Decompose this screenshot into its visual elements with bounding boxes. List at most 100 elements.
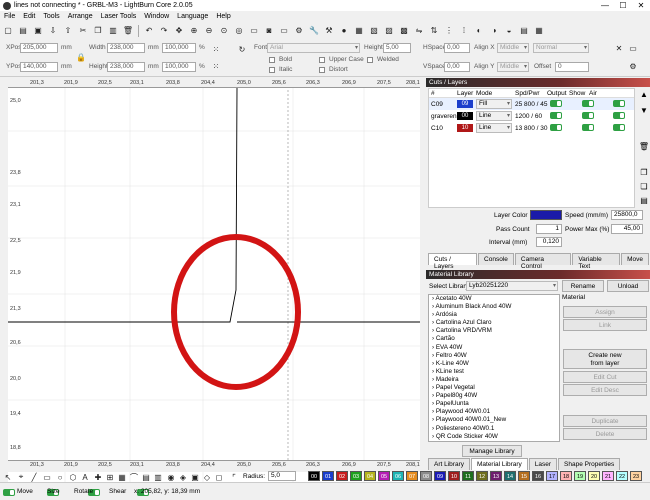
palette-swatch-06[interactable]: 06 [392, 471, 404, 481]
material-list-item[interactable]: › Feltro 40W [429, 352, 559, 360]
anchor-grid-icon[interactable]: ⁙ [211, 44, 221, 54]
offset-icon[interactable]: ◒ [504, 26, 514, 36]
cut-layer-row[interactable]: graveren00Line1200 / 60 [429, 110, 634, 122]
position-laser-icon[interactable]: ✚ [93, 472, 103, 482]
distribute-icon[interactable]: ⋮ [444, 26, 454, 36]
tab-laser[interactable]: Laser [528, 458, 558, 470]
array-icon[interactable]: ▤ [519, 26, 529, 36]
menu-edit[interactable]: Edit [23, 13, 35, 20]
corner-tool-icon[interactable]: ◻ [214, 472, 224, 482]
material-list-item[interactable]: › Ardósia [429, 311, 559, 319]
palette-swatch-01[interactable]: 01 [322, 471, 334, 481]
palette-swatch-03[interactable]: 03 [350, 471, 362, 481]
material-list-item[interactable]: › QR Code Sticker 40W [429, 433, 559, 441]
cut-icon[interactable]: ✂ [78, 26, 88, 36]
palette-swatch-08[interactable]: 08 [420, 471, 432, 481]
grid-array-icon[interactable]: ▦ [534, 26, 544, 36]
palette-swatch-04[interactable]: 04 [364, 471, 376, 481]
zoom-page-icon[interactable]: ◎ [234, 26, 244, 36]
new-file-icon[interactable]: ▢ [3, 26, 13, 36]
assign-button[interactable]: Assign [563, 306, 647, 318]
vspace-field[interactable]: 0,00 [444, 62, 470, 72]
grid-tool-icon[interactable]: ▥ [153, 472, 163, 482]
output-toggle[interactable] [550, 112, 562, 119]
user-icon[interactable]: ● [339, 26, 349, 36]
width-field[interactable]: 238,000 [107, 43, 145, 53]
anchor-grid-icon-2[interactable]: ⁙ [211, 61, 221, 71]
material-list-item[interactable]: › KLine test [429, 368, 559, 376]
group-icon[interactable]: ▨ [384, 26, 394, 36]
bold-checkbox[interactable] [269, 57, 275, 63]
rename-button[interactable]: Rename [562, 280, 604, 292]
scale-height-field[interactable]: 100,000 [162, 62, 196, 72]
duplicate-button[interactable]: Duplicate [563, 415, 647, 427]
boolean-icon[interactable]: ◑ [489, 26, 499, 36]
edit-cut-button[interactable]: Edit Cut [563, 371, 647, 383]
monitor-icon[interactable]: ▭ [279, 26, 289, 36]
edit-nodes-icon[interactable]: ⌖ [16, 472, 26, 482]
material-list-item[interactable]: › Cartolina Azul Claro [429, 319, 559, 327]
ypos-field[interactable]: 140,000 [20, 62, 58, 72]
paste-icon[interactable]: ▥ [108, 26, 118, 36]
edit-desc-button[interactable]: Edit Desc [563, 384, 647, 396]
text-close-icon[interactable]: ✕ [614, 43, 624, 53]
manage-library-button[interactable]: Manage Library [462, 445, 522, 457]
height-field[interactable]: 238,000 [107, 62, 145, 72]
close-button[interactable]: ✕ [632, 0, 650, 11]
minimize-button[interactable]: — [596, 0, 614, 11]
weld-tool-icon[interactable]: ◉ [166, 472, 176, 482]
delete-button[interactable]: Delete [563, 428, 647, 440]
create-new-button[interactable]: Create new from layer [563, 349, 647, 369]
material-list-item[interactable]: › EVA 40W [429, 344, 559, 352]
palette-swatch-17[interactable]: 17 [546, 471, 558, 481]
tab-variable-text[interactable]: Variable Text [572, 253, 621, 270]
undo-icon[interactable]: ↶ [144, 26, 154, 36]
flip-icon[interactable]: ⇋ [414, 26, 424, 36]
distort-checkbox[interactable] [319, 67, 325, 73]
device-settings-icon[interactable]: ⚒ [324, 26, 334, 36]
polygon-tool-icon[interactable]: ⬡ [68, 472, 78, 482]
tab-material-library[interactable]: Material Library [470, 458, 528, 470]
layer-mode-select[interactable]: Line [476, 123, 512, 133]
align-x-select[interactable]: Middle [497, 43, 529, 53]
tab-move[interactable]: Move [621, 253, 649, 265]
align-icon[interactable]: ▦ [354, 26, 364, 36]
material-list[interactable]: › Acetato 40W › Aluminum Black Anod 40W › … [428, 294, 560, 442]
welded-checkbox[interactable] [367, 57, 373, 63]
palette-swatch-18[interactable]: 18 [560, 471, 572, 481]
frame-icon[interactable]: ▭ [249, 26, 259, 36]
cut-layer-row[interactable]: C10 10Line13 800 / 30 [429, 122, 634, 134]
move-down-icon[interactable]: ▼ [638, 106, 650, 115]
material-list-item[interactable]: › Aluminum Black Anod 40W [429, 303, 559, 311]
material-list-item[interactable]: › Playwood 40W0.01_New [429, 416, 559, 424]
pan-icon[interactable]: ✥ [174, 26, 184, 36]
xpos-field[interactable]: 205,000 [20, 43, 58, 53]
link-button[interactable]: Link [563, 319, 647, 331]
offset-field[interactable]: 0 [555, 62, 589, 72]
palette-swatch-13[interactable]: 13 [490, 471, 502, 481]
palette-swatch-11[interactable]: 11 [462, 471, 474, 481]
menu-arrange[interactable]: Arrange [68, 13, 93, 20]
zoom-out-icon[interactable]: ⊖ [204, 26, 214, 36]
lock-layer-icon[interactable]: ▤ [638, 196, 650, 205]
copy-layer-icon[interactable]: ❐ [638, 168, 650, 177]
palette-swatch-16[interactable]: 16 [532, 471, 544, 481]
text-options-icon[interactable]: ⚙ [628, 61, 638, 71]
unload-button[interactable]: Unload [607, 280, 649, 292]
palette-swatch-09[interactable]: 09 [434, 471, 446, 481]
material-list-item[interactable]: › Madeira [429, 376, 559, 384]
palette-swatch-10[interactable]: 10 [448, 471, 460, 481]
scale-width-field[interactable]: 100,000 [162, 43, 196, 53]
camera-icon[interactable]: ◙ [264, 26, 274, 36]
palette-swatch-05[interactable]: 05 [378, 471, 390, 481]
font-select[interactable]: Arial [267, 43, 360, 53]
material-list-item[interactable]: › Cartão [429, 335, 559, 343]
layer-mode-select[interactable]: Fill [476, 99, 512, 109]
menu-laser-tools[interactable]: Laser Tools [101, 13, 137, 20]
material-list-item[interactable]: › Papel80g 40W [429, 392, 559, 400]
material-list-item[interactable]: › Poliestereno 40W0.1 [429, 425, 559, 433]
air-toggle[interactable] [613, 100, 625, 107]
palette-swatch-14[interactable]: 14 [504, 471, 516, 481]
material-list-item[interactable]: › Playwood 40W0.01 [429, 408, 559, 416]
layer-color-swatch[interactable] [530, 210, 562, 220]
